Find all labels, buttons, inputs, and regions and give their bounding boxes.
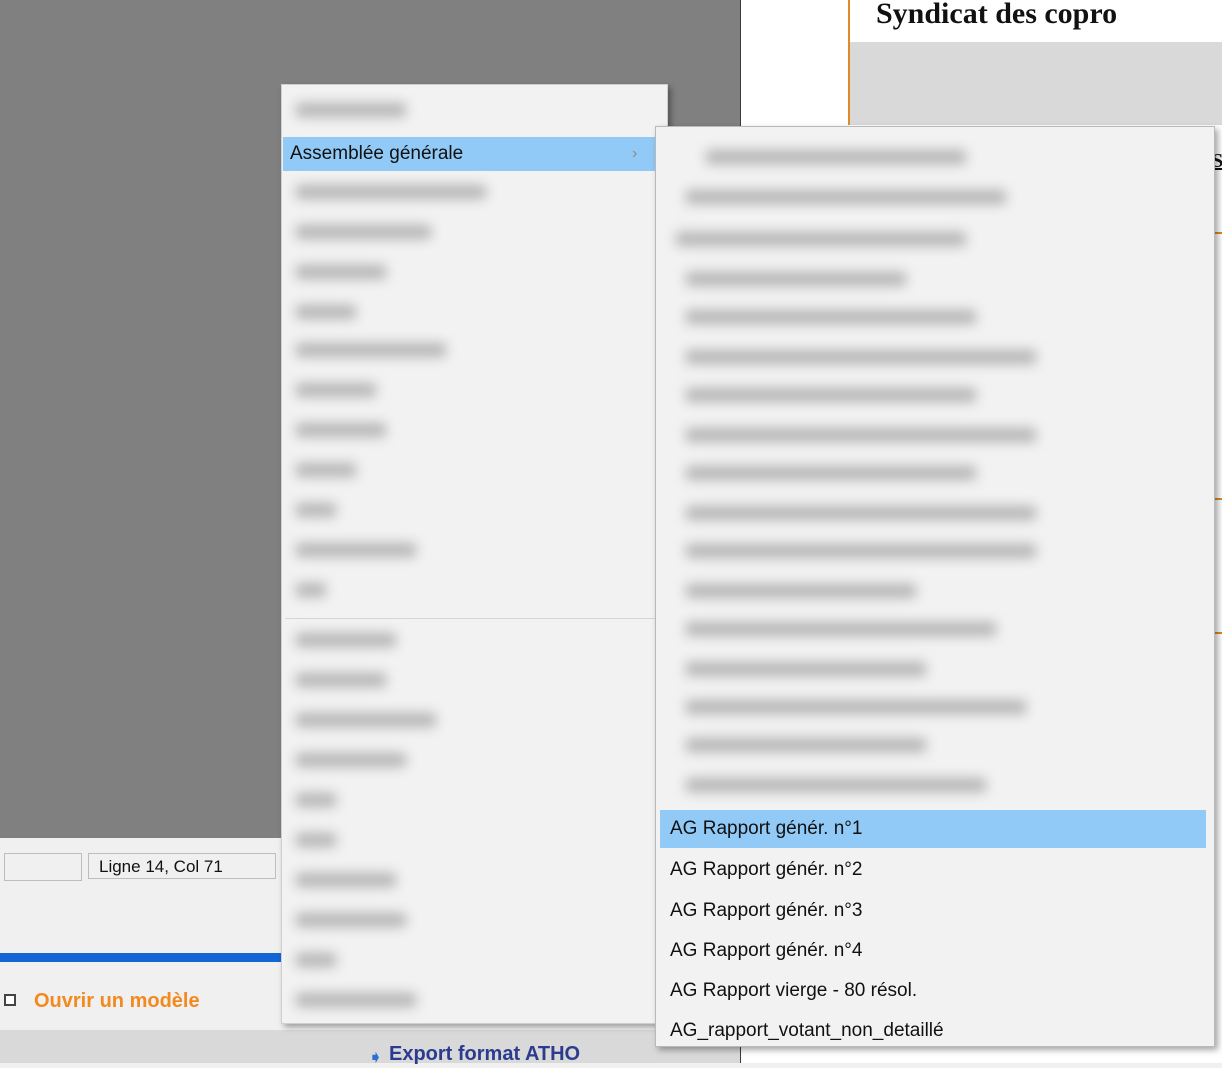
document-title: Syndicat des copro: [876, 0, 1118, 30]
open-template-link[interactable]: Ouvrir un modèle: [34, 990, 200, 1013]
submenu-item[interactable]: AG Rapport génér. n°1: [660, 810, 1206, 848]
submenu-item[interactable]: AG Rapport génér. n°3: [660, 892, 1206, 930]
status-cell: [4, 853, 82, 881]
submenu-arrow-icon: ›: [632, 145, 638, 162]
export-arrow-icon: ➧: [368, 1047, 384, 1067]
submenu-blurred-items: [666, 132, 1204, 802]
submenu-item[interactable]: AG Rapport génér. n°2: [660, 851, 1206, 889]
document-header-band: [850, 42, 1222, 125]
context-menu: [281, 84, 668, 1024]
open-template-icon[interactable]: [4, 994, 16, 1006]
menu-separator: [285, 618, 665, 619]
menu-item-label: Assemblée générale: [290, 143, 464, 164]
submenu-item[interactable]: AG_rapport_votant_non_detaillé: [660, 1012, 1206, 1050]
cursor-position: Ligne 14, Col 71: [88, 853, 276, 879]
submenu-item[interactable]: AG Rapport vierge - 80 résol.: [660, 972, 1206, 1010]
submenu-item[interactable]: AG Rapport génér. n°4: [660, 932, 1206, 970]
